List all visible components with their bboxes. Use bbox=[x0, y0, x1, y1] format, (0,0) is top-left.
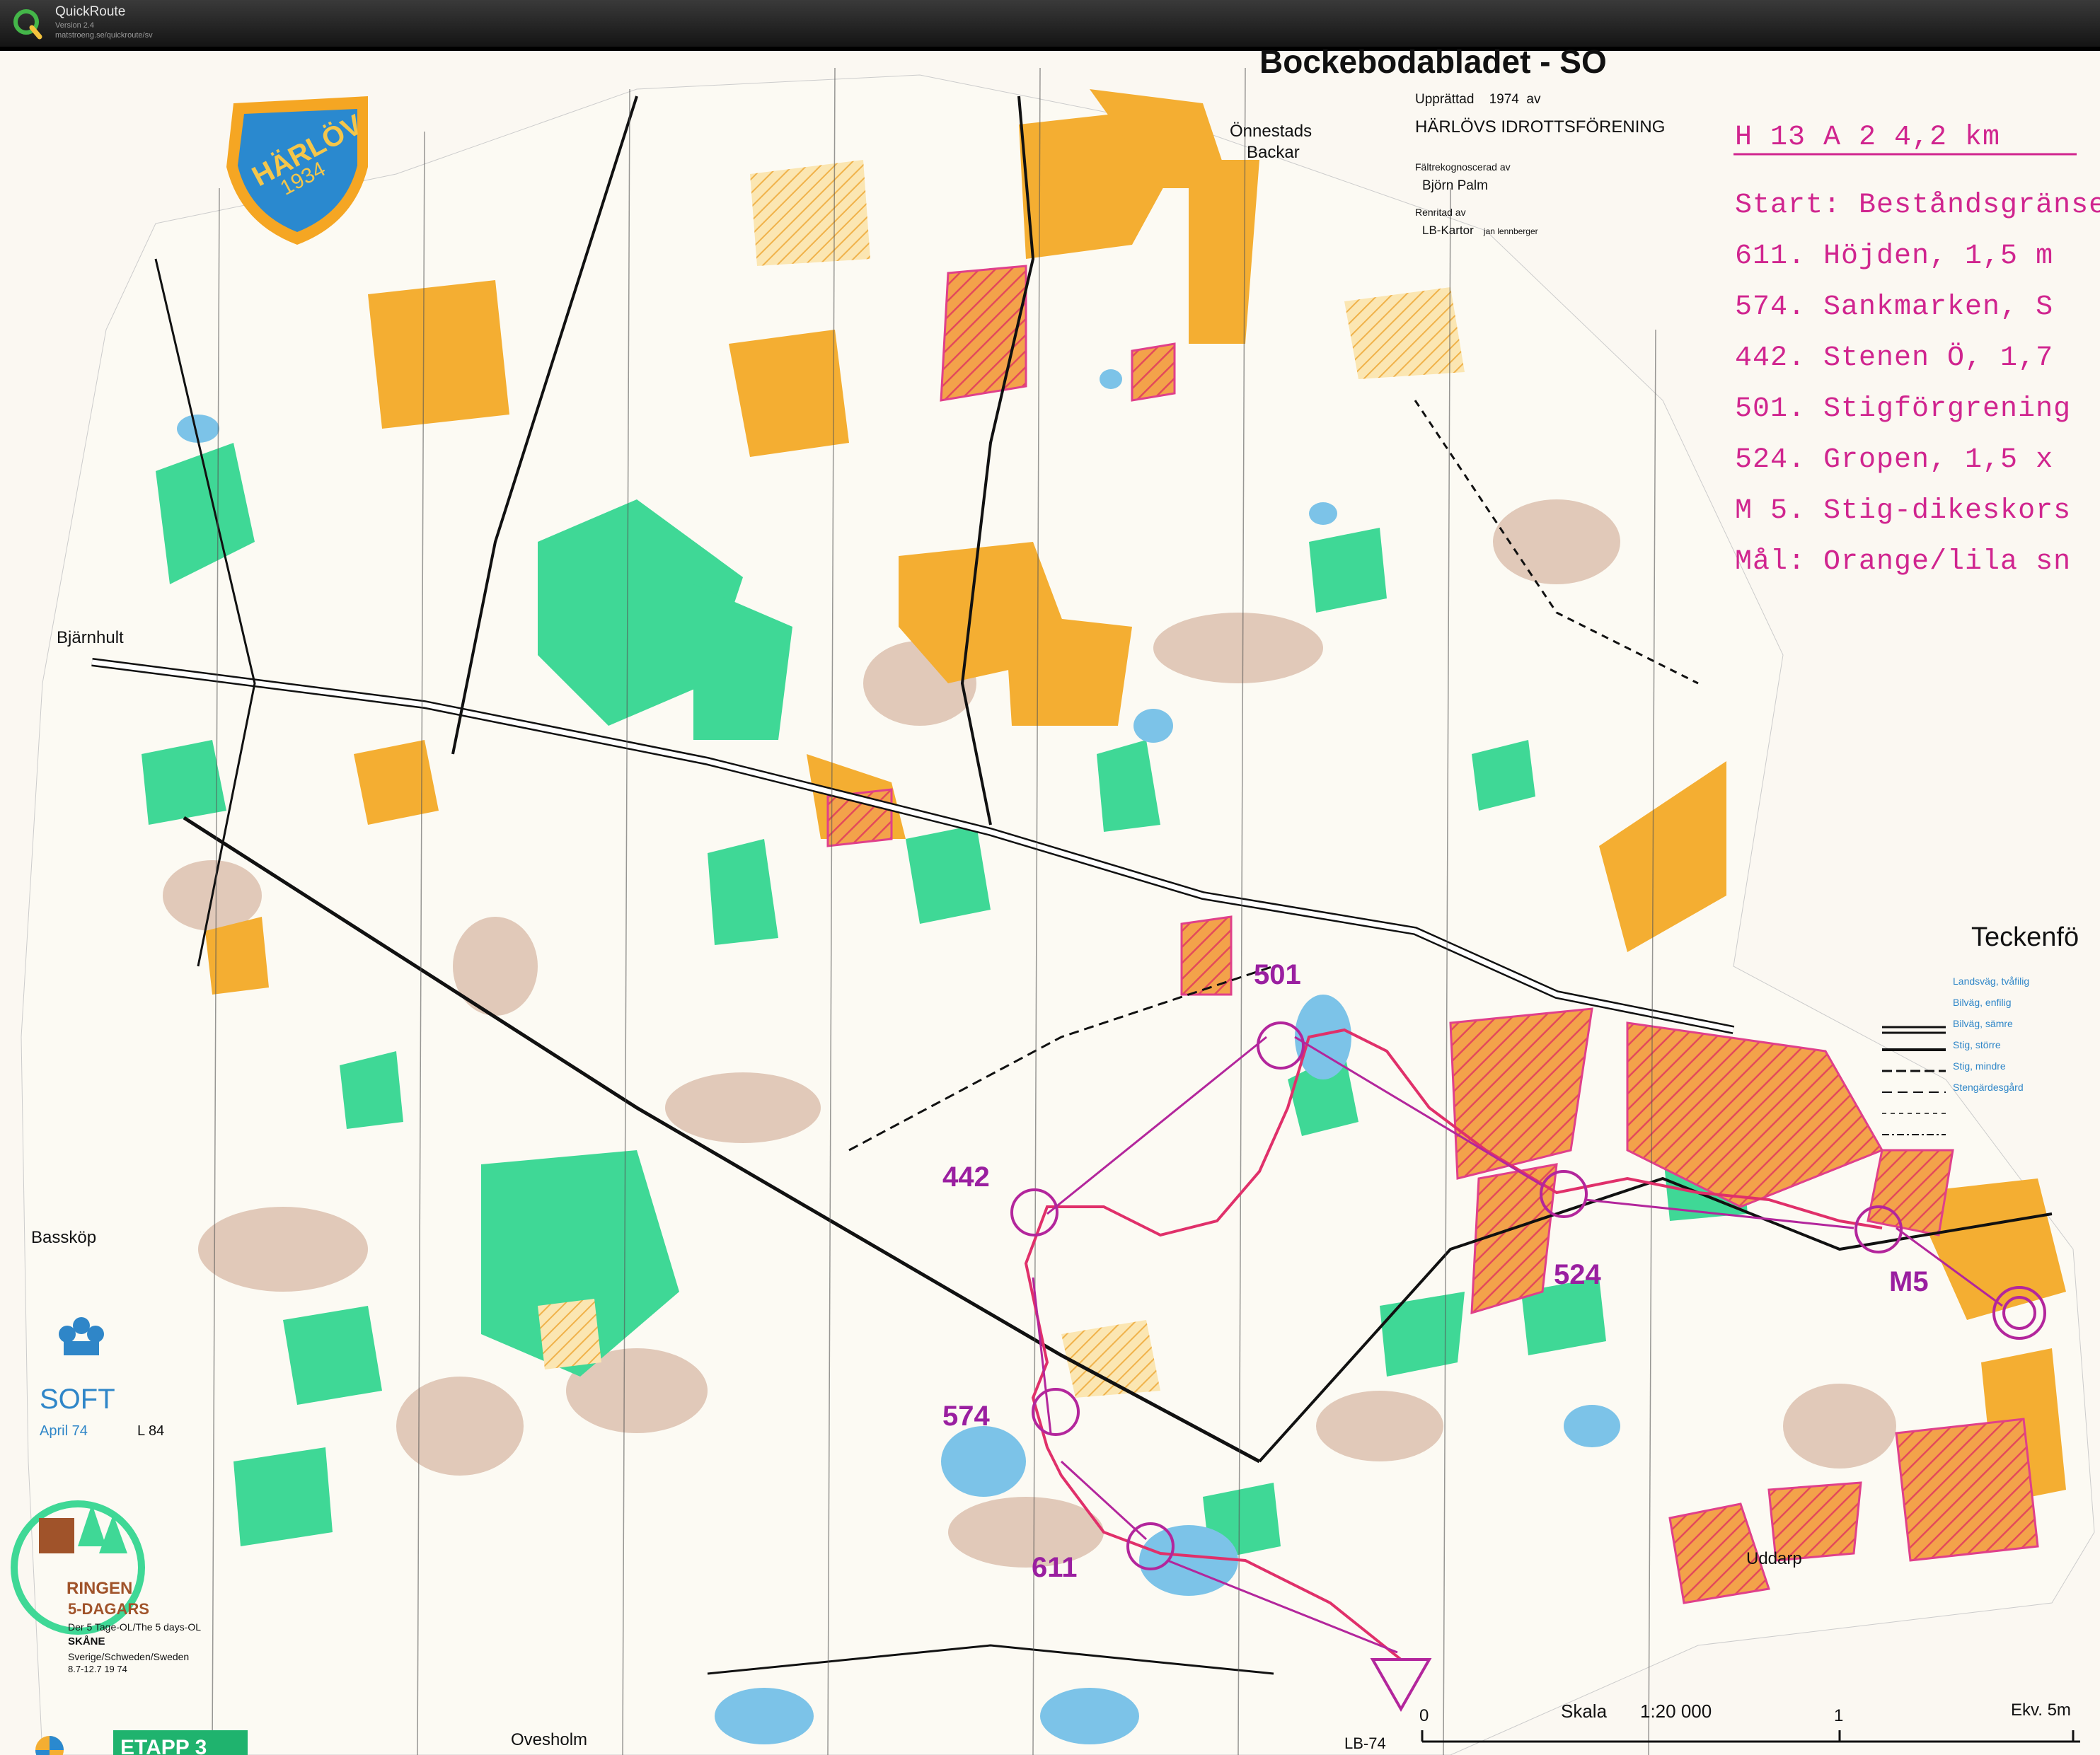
event-ringen: RINGEN bbox=[67, 1579, 133, 1598]
course-line-442: 442. Stenen Ö, 1,7 bbox=[1735, 342, 2054, 374]
credit-faltrek-name: Björn Palm bbox=[1422, 178, 1488, 193]
credit-club: HÄRLÖVS IDROTTSFÖRENING bbox=[1415, 117, 1666, 137]
soft-date: April 74 bbox=[40, 1423, 88, 1439]
scale-one: 1 bbox=[1834, 1706, 1844, 1725]
legend-item-bilvag-enfilig: Bilväg, enfilig bbox=[1953, 997, 2012, 1008]
control-label-524: 524 bbox=[1554, 1259, 1601, 1290]
event-dates: 8.7-12.7 19 74 bbox=[68, 1664, 127, 1674]
soft-name: SOFT bbox=[40, 1384, 115, 1415]
upprattad-label: Upprättad bbox=[1415, 92, 1475, 107]
course-line-m5: M 5. Stig-dikeskors bbox=[1735, 495, 2072, 527]
course-line-501: 501. Stigförgrening bbox=[1735, 393, 2072, 425]
legend-item-stig-mindre: Stig, mindre bbox=[1953, 1060, 2006, 1072]
soft-code: L 84 bbox=[137, 1423, 165, 1439]
control-label-m5: M5 bbox=[1889, 1266, 1929, 1297]
credit-upprattad: Upprättad 1974 av bbox=[1415, 92, 1541, 108]
scale-bar bbox=[1421, 1730, 2080, 1743]
place-onnestads: Önnestads bbox=[1230, 122, 1312, 141]
course-line-mal: Mål: Orange/lila sn bbox=[1735, 546, 2072, 578]
course-header: H 13 A 2 4,2 km bbox=[1735, 122, 2001, 154]
renritad-name: LB-Kartor bbox=[1422, 224, 1474, 237]
event-line1: Der 5 Tage-OL/The 5 days-OL bbox=[68, 1621, 202, 1633]
upprattad-av: av bbox=[1526, 92, 1541, 107]
upprattad-year: 1974 bbox=[1489, 92, 1519, 107]
legend-item-bilvag-samre: Bilväg, sämre bbox=[1953, 1018, 2013, 1029]
control-label-442: 442 bbox=[942, 1162, 990, 1193]
legend-item-stig-storre: Stig, större bbox=[1953, 1039, 2001, 1050]
app-name: QuickRoute bbox=[55, 4, 126, 19]
course-line-574: 574. Sankmarken, S bbox=[1735, 291, 2054, 323]
title-bar: QuickRoute Version 2.4 matstroeng.se/qui… bbox=[0, 0, 2100, 47]
place-lb74: LB-74 bbox=[1344, 1734, 1386, 1752]
app-version: Version 2.4 bbox=[55, 21, 95, 30]
renritad-person: jan lennberger bbox=[1483, 226, 1538, 236]
legend-title: Teckenfö bbox=[1971, 922, 2079, 952]
scale-ekv: Ekv. 5m bbox=[2011, 1701, 2071, 1720]
app-url: matstroeng.se/quickroute/sv bbox=[55, 31, 153, 40]
course-line-start: Start: Beståndsgränse bbox=[1735, 190, 2100, 221]
scale-label: Skala bbox=[1561, 1701, 1608, 1722]
legend-item-landsvag: Landsväg, tvåfilig bbox=[1953, 975, 2030, 987]
place-backar: Backar bbox=[1247, 143, 1300, 162]
control-label-611: 611 bbox=[1032, 1552, 1078, 1583]
place-uddarp: Uddarp bbox=[1746, 1549, 1802, 1568]
legend-item-stengardesgard: Stengärdesgård bbox=[1953, 1082, 2024, 1093]
event-skane: SKÅNE bbox=[68, 1635, 105, 1647]
credit-renritad: LB-Kartor jan lennberger bbox=[1422, 224, 1538, 238]
quickroute-logo-icon bbox=[13, 9, 42, 40]
credit-renritad-label: Renritad av bbox=[1415, 207, 1466, 218]
credit-faltrek-label: Fältrekognoscerad av bbox=[1415, 161, 1511, 173]
scale-zero: 0 bbox=[1419, 1706, 1429, 1725]
scale-ratio: 1:20 000 bbox=[1640, 1701, 1712, 1722]
course-line-611: 611. Höjden, 1,5 m bbox=[1735, 241, 2054, 272]
event-country: Sverige/Schweden/Sweden bbox=[68, 1651, 190, 1662]
event-etapp: ETAPP 3 bbox=[120, 1736, 207, 1755]
control-label-501: 501 bbox=[1254, 959, 1301, 990]
place-bjarnhult: Bjärnhult bbox=[57, 628, 124, 647]
map-title: Bockebodabladet - SO bbox=[1259, 47, 1607, 80]
control-label-574: 574 bbox=[942, 1401, 990, 1432]
place-ovesholm: Ovesholm bbox=[511, 1730, 588, 1749]
map-canvas[interactable]: Bockebodabladet - SO Upprättad 1974 av H… bbox=[0, 47, 2100, 1755]
event-dagars: 5-DAGARS bbox=[68, 1600, 149, 1618]
place-basskop: Bassköp bbox=[31, 1228, 97, 1247]
course-line-524: 524. Gropen, 1,5 x bbox=[1735, 444, 2054, 476]
